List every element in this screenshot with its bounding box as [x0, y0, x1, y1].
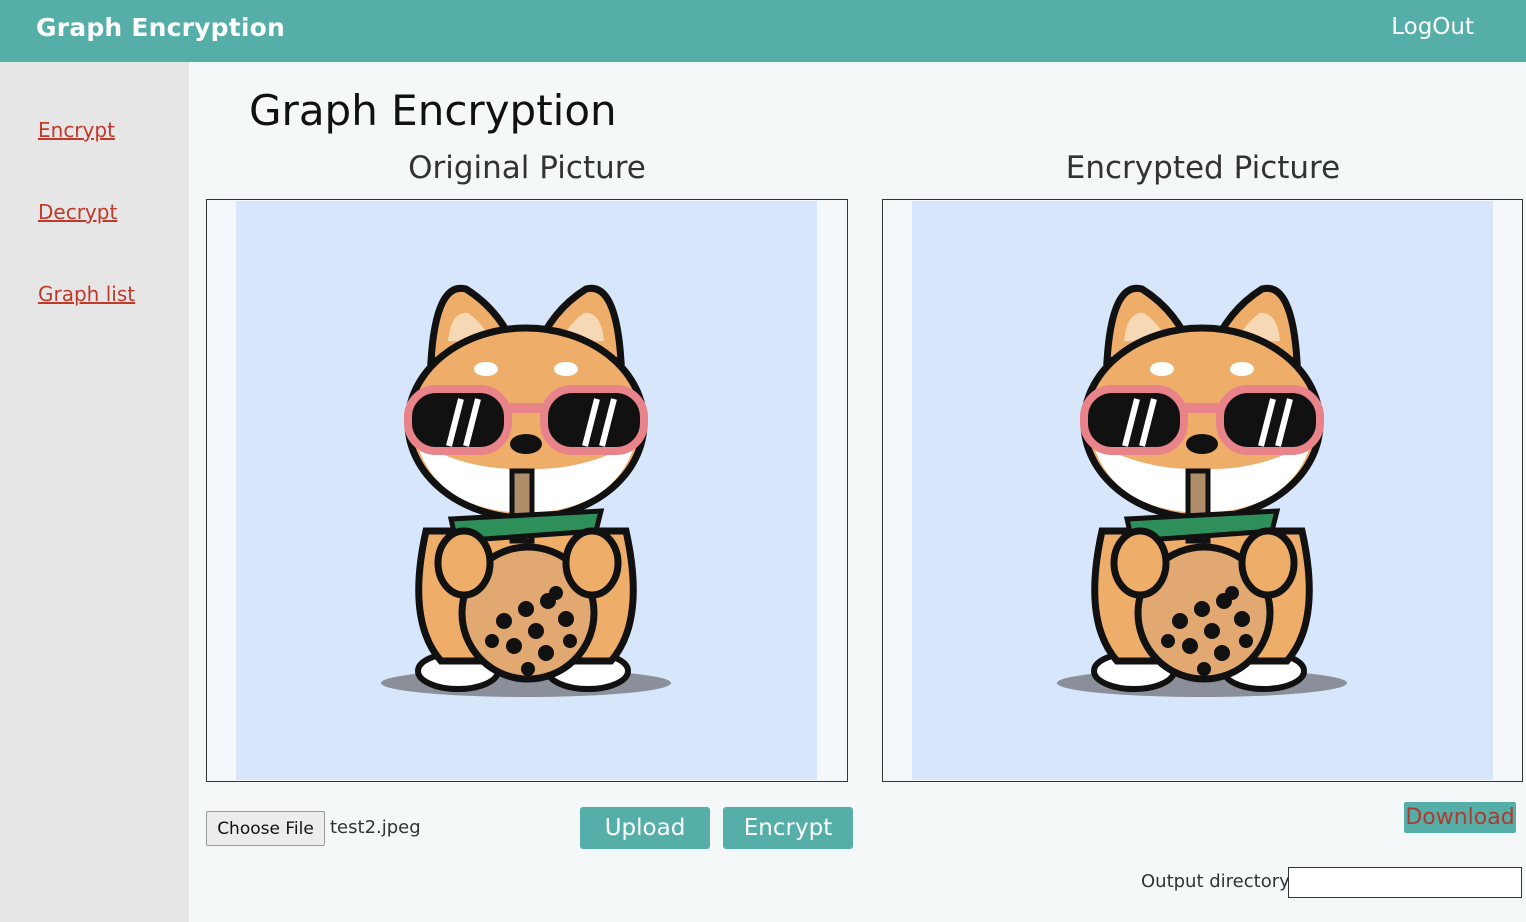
selected-file-name: test2.jpeg — [330, 817, 421, 838]
encrypt-button[interactable]: Encrypt — [723, 807, 853, 849]
output-directory-label: Output directory — [1141, 871, 1290, 892]
app-brand: Graph Encryption — [36, 13, 286, 42]
encrypted-picture — [912, 201, 1493, 780]
top-bar: Graph Encryption LogOut — [0, 0, 1526, 62]
page-title: Graph Encryption — [249, 86, 617, 135]
original-picture-title: Original Picture — [408, 150, 646, 186]
original-picture — [236, 201, 817, 780]
logout-link[interactable]: LogOut — [1391, 14, 1474, 40]
choose-file-button[interactable]: Choose File — [206, 811, 325, 846]
output-directory-input[interactable] — [1288, 867, 1522, 898]
download-button[interactable]: Download — [1404, 802, 1516, 833]
sidebar-item-graph-list[interactable]: Graph list — [38, 282, 135, 306]
sidebar: Encrypt Decrypt Graph list — [0, 62, 189, 922]
original-picture-frame — [206, 199, 848, 782]
sidebar-item-encrypt[interactable]: Encrypt — [38, 118, 115, 142]
shiba-picture-icon — [1057, 284, 1347, 697]
upload-button[interactable]: Upload — [580, 807, 710, 849]
shiba-picture-icon — [381, 284, 671, 697]
encrypted-picture-frame — [882, 199, 1523, 782]
sidebar-item-decrypt[interactable]: Decrypt — [38, 200, 117, 224]
encrypted-picture-title: Encrypted Picture — [1065, 150, 1341, 186]
